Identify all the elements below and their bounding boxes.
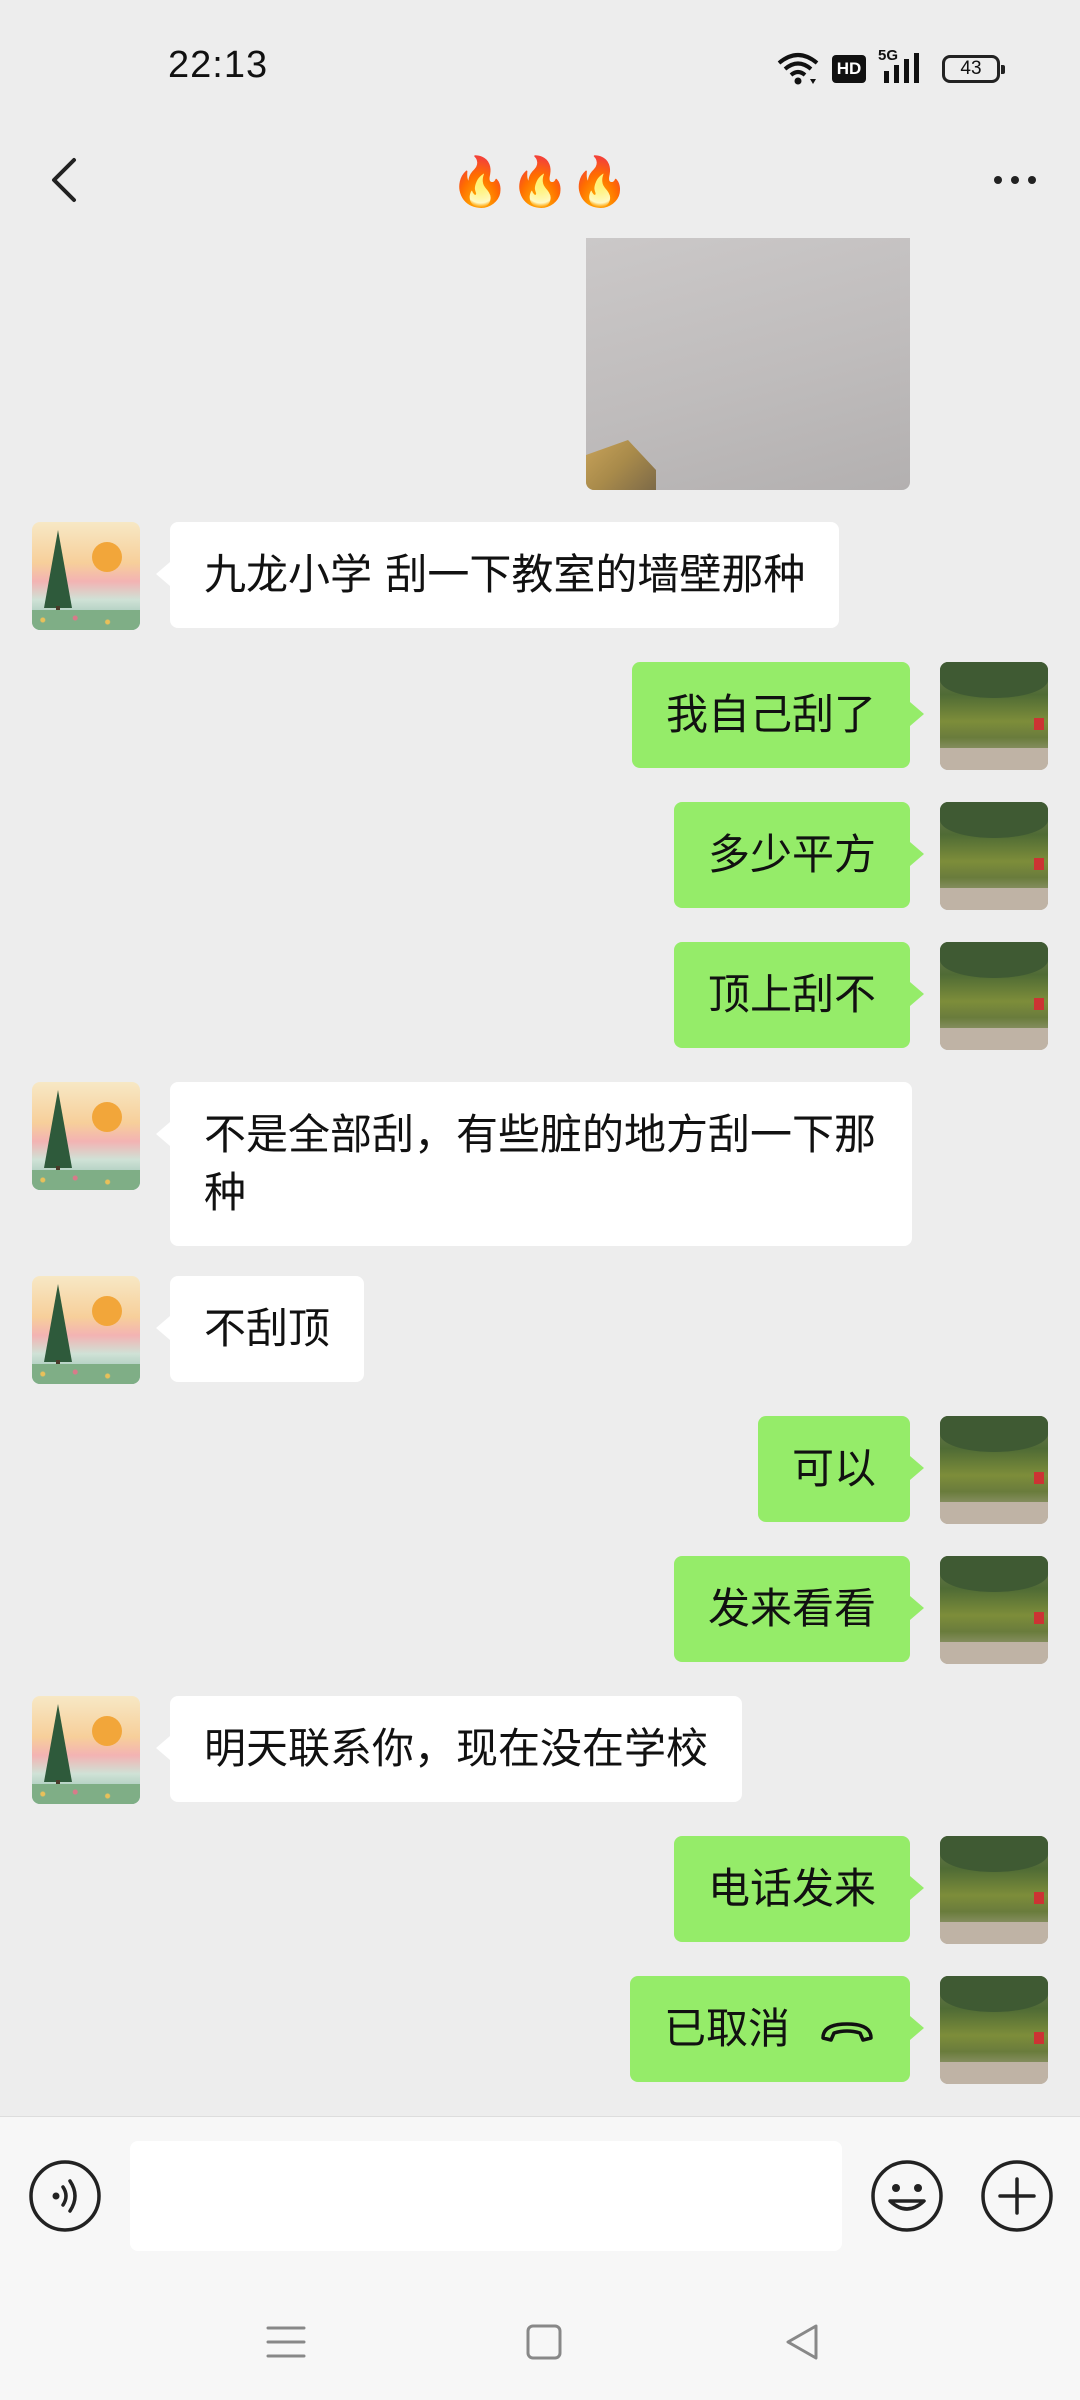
chat-title: 🔥🔥🔥 xyxy=(450,154,630,210)
message-input[interactable] xyxy=(130,2141,842,2251)
system-nav-bar xyxy=(0,2276,1080,2400)
outgoing-message[interactable]: 可以 xyxy=(757,1416,925,1522)
status-bar: 22:13 HD 5G 43 xyxy=(0,0,1080,130)
input-bar xyxy=(0,2116,1080,2277)
voice-icon[interactable] xyxy=(28,2159,102,2233)
outgoing-message[interactable]: 多少平方 xyxy=(673,802,925,908)
outgoing-message[interactable]: 发来看看 xyxy=(673,1556,925,1662)
contact-avatar[interactable] xyxy=(32,1082,140,1190)
incoming-message[interactable]: 明天联系你，现在没在学校 xyxy=(155,1696,743,1802)
back-triangle-icon[interactable] xyxy=(772,2312,832,2372)
hd-badge: HD xyxy=(832,55,866,83)
incoming-message[interactable]: 不是全部刮，有些脏的地方刮一下那种 xyxy=(156,1082,912,1246)
call-status: 已取消 xyxy=(663,2004,790,2053)
home-icon[interactable] xyxy=(514,2312,574,2372)
contact-avatar[interactable] xyxy=(32,522,140,630)
outgoing-message[interactable]: 电话发来 xyxy=(673,1836,925,1942)
outgoing-message[interactable]: 我自己刮了 xyxy=(631,662,925,768)
menu-icon[interactable] xyxy=(256,2312,316,2372)
image-message[interactable] xyxy=(586,238,910,490)
wifi-icon xyxy=(777,53,819,85)
hangup-icon xyxy=(821,2021,873,2042)
battery-level: 43 xyxy=(960,58,982,79)
plus-icon[interactable] xyxy=(980,2159,1054,2233)
status-time: 22:13 xyxy=(168,44,269,86)
my-avatar[interactable] xyxy=(940,1416,1048,1524)
my-avatar[interactable] xyxy=(940,662,1048,770)
emoji-icon[interactable] xyxy=(870,2159,944,2233)
contact-avatar[interactable] xyxy=(32,1276,140,1384)
my-avatar[interactable] xyxy=(940,1556,1048,1664)
more-icon[interactable] xyxy=(980,148,1050,212)
status-icons: HD 5G 43 xyxy=(776,44,1005,94)
my-avatar[interactable] xyxy=(940,802,1048,910)
my-avatar[interactable] xyxy=(940,1836,1048,1944)
battery-icon: 43 xyxy=(942,55,1005,83)
signal-5g-icon: 5G xyxy=(878,47,930,87)
chat-area[interactable]: 九龙小学 刮一下教室的墙壁那种 我自己刮了 多少平方 顶上刮不 不是全部刮，有些… xyxy=(0,238,1080,2116)
outgoing-message[interactable]: 顶上刮不 xyxy=(673,942,925,1048)
my-avatar[interactable] xyxy=(940,942,1048,1050)
call-message[interactable]: 已取消 xyxy=(629,1976,925,2082)
chat-header: 🔥🔥🔥 xyxy=(0,130,1080,238)
incoming-message[interactable]: 九龙小学 刮一下教室的墙壁那种 xyxy=(155,522,840,628)
incoming-message[interactable]: 不刮顶 xyxy=(155,1276,365,1382)
contact-avatar[interactable] xyxy=(32,1696,140,1804)
my-avatar[interactable] xyxy=(940,1976,1048,2084)
